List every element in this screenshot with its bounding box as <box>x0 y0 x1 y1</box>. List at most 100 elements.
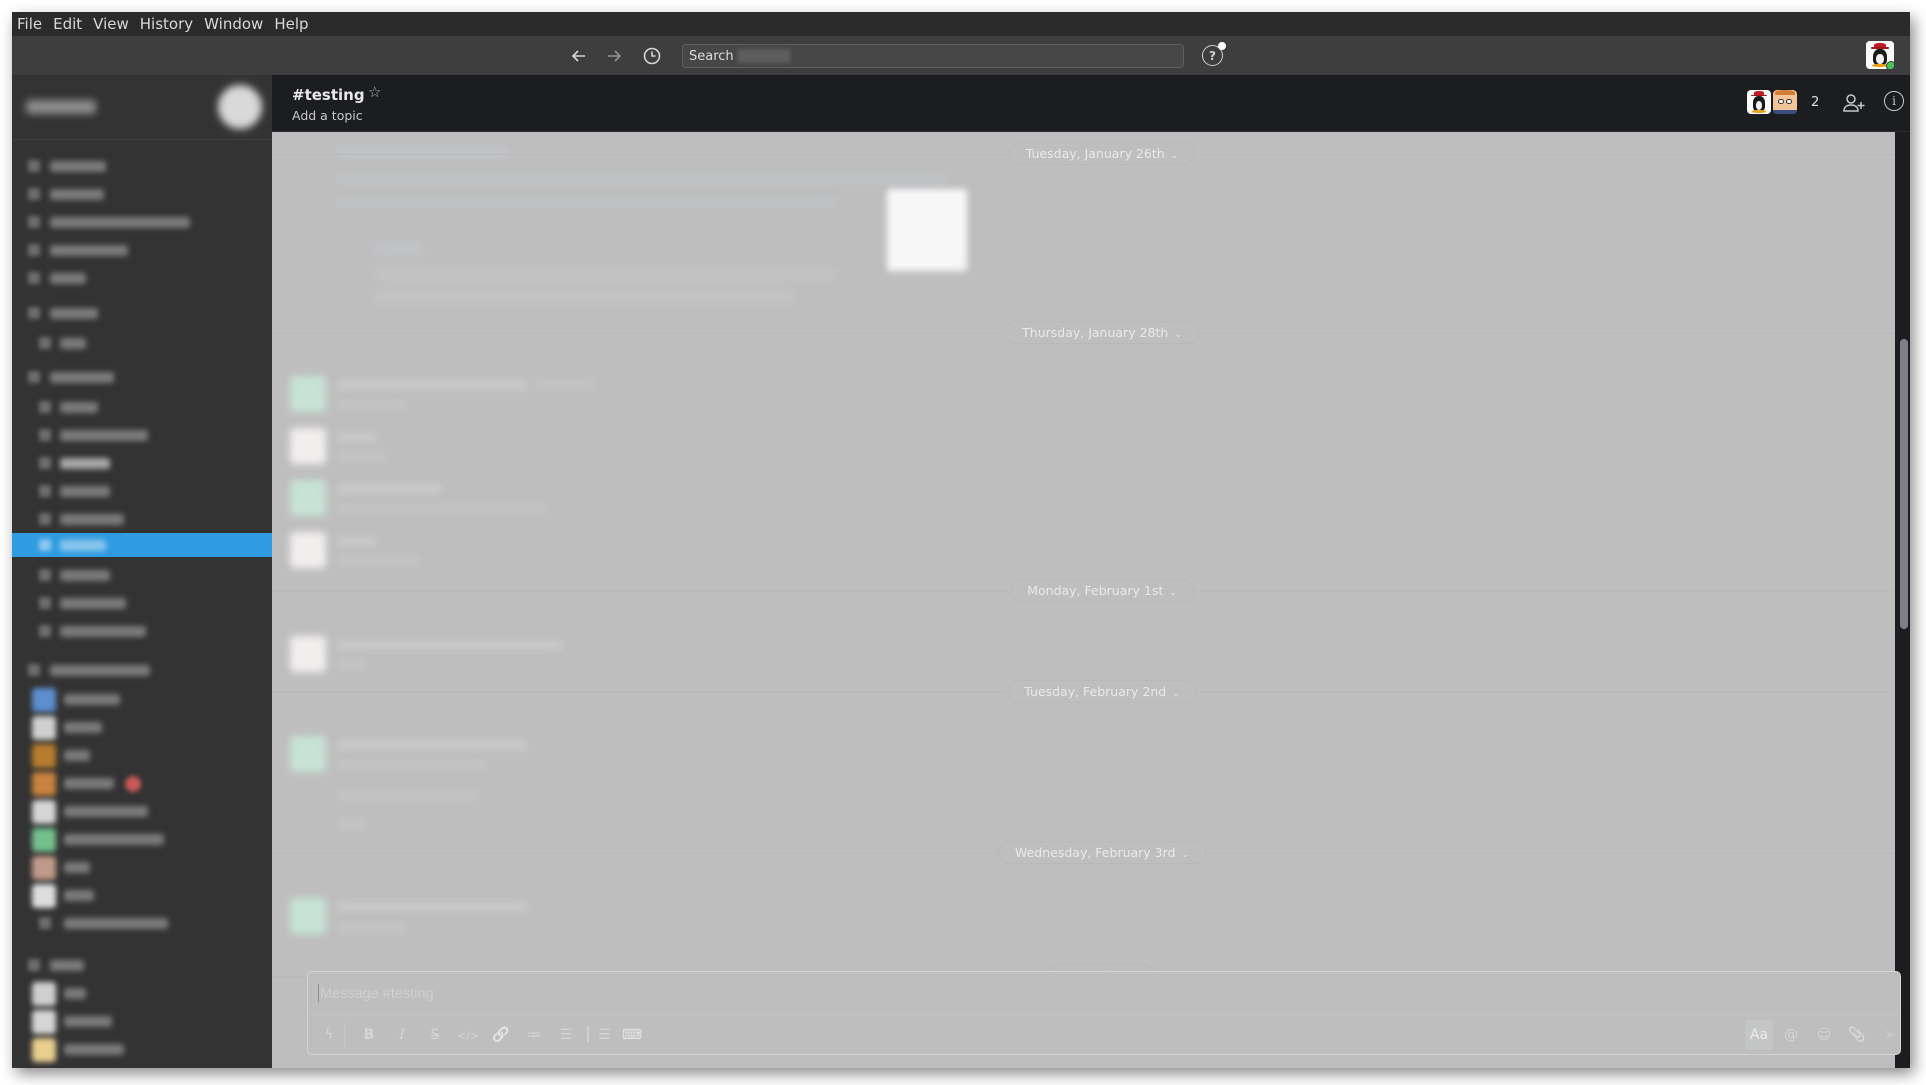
message-scrollbar-thumb[interactable] <box>1900 339 1908 629</box>
sidebar-item[interactable] <box>12 1037 272 1062</box>
forward-button[interactable] <box>602 44 626 68</box>
sidebar-item[interactable] <box>12 301 272 325</box>
code-icon: </> <box>456 1028 480 1042</box>
user-avatar[interactable] <box>290 636 326 672</box>
search-bar[interactable]: Search <box>682 44 1184 68</box>
sidebar-item-selected[interactable] <box>12 533 272 557</box>
workspace-avatar[interactable] <box>218 85 262 129</box>
sidebar-item[interactable] <box>12 507 272 531</box>
menu-file[interactable]: File <box>17 15 42 33</box>
message-input[interactable] <box>320 982 1880 1006</box>
back-button[interactable] <box>567 44 591 68</box>
sidebar-item-label-redacted <box>60 458 110 469</box>
sidebar-item[interactable] <box>12 799 272 824</box>
bold-button[interactable]: B <box>356 1022 382 1048</box>
date-divider-button[interactable]: Tuesday, January 26th ⌄ <box>1008 142 1196 165</box>
user-avatar[interactable] <box>290 480 326 516</box>
presence-online-indicator <box>1886 61 1894 69</box>
sidebar-item-label-redacted <box>50 245 128 256</box>
sidebar-item-label-redacted <box>60 626 146 637</box>
send-button[interactable]: ➤ <box>1877 1022 1903 1048</box>
formatting-toggle-button[interactable]: Aa <box>1745 1020 1773 1050</box>
user-avatar[interactable] <box>290 428 326 464</box>
link-preview-attachment[interactable] <box>365 224 945 316</box>
sidebar-item[interactable] <box>12 911 272 935</box>
date-divider-button[interactable]: Tuesday, February 2nd ⌄ <box>1007 680 1197 703</box>
menu-view[interactable]: View <box>93 15 129 33</box>
menu-window[interactable]: Window <box>204 15 263 33</box>
chevron-down-icon: ⌄ <box>1181 850 1190 860</box>
menu-help[interactable]: Help <box>274 15 308 33</box>
sidebar-item[interactable] <box>12 395 272 419</box>
user-avatar[interactable] <box>290 736 326 772</box>
sidebar-item-label-redacted <box>64 1016 112 1027</box>
mention-button[interactable]: @ <box>1778 1022 1804 1048</box>
current-user-avatar[interactable] <box>1866 41 1894 69</box>
sidebar-item[interactable] <box>12 619 272 643</box>
sidebar-item[interactable] <box>12 365 272 389</box>
sidebar-item[interactable] <box>12 563 272 587</box>
sidebar-item[interactable] <box>12 715 272 740</box>
user-avatar[interactable] <box>290 898 326 934</box>
code-button[interactable]: </> <box>455 1022 481 1048</box>
menu-edit[interactable]: Edit <box>53 15 82 33</box>
sidebar-item[interactable] <box>12 210 272 234</box>
emoji-button[interactable]: ☺ <box>1811 1022 1837 1048</box>
bold-icon: B <box>363 1027 375 1043</box>
link-button[interactable]: 🔗 <box>488 1022 514 1048</box>
sidebar-item[interactable] <box>12 883 272 908</box>
bulleted-list-button[interactable]: ☰ <box>553 1022 579 1048</box>
sidebar-item-icon <box>39 401 51 413</box>
channel-topic[interactable]: Add a topic <box>292 108 363 123</box>
channel-name[interactable]: #testing <box>292 86 365 104</box>
workspace-name[interactable] <box>26 100 96 114</box>
sidebar-item[interactable] <box>12 658 272 682</box>
sidebar-item-icon <box>28 216 40 228</box>
sidebar-item[interactable] <box>12 953 272 977</box>
sidebar-item[interactable] <box>12 591 272 615</box>
sidebar-item[interactable] <box>12 238 272 262</box>
sidebar-item[interactable] <box>12 855 272 880</box>
sidebar-item-label-redacted <box>50 372 114 383</box>
code-block-button[interactable]: ⌨ <box>619 1022 645 1048</box>
member-avatar <box>1747 90 1771 114</box>
date-divider-button[interactable]: Wednesday, February 3rd ⌄ <box>997 841 1207 864</box>
sidebar-item[interactable] <box>12 331 272 355</box>
sidebar-item-icon <box>39 513 51 525</box>
shortcuts-button[interactable]: ϟ <box>316 1022 342 1048</box>
sidebar-item[interactable] <box>12 687 272 712</box>
sidebar-item[interactable] <box>12 182 272 206</box>
history-button[interactable] <box>640 44 664 68</box>
menu-history[interactable]: History <box>140 15 193 33</box>
sidebar-item[interactable] <box>12 479 272 503</box>
strikethrough-button[interactable]: S̶ <box>422 1022 448 1048</box>
user-avatar[interactable] <box>290 376 326 412</box>
sidebar-item-label-redacted <box>64 988 86 999</box>
sidebar-item[interactable] <box>12 154 272 178</box>
sidebar-item-icon <box>28 272 40 284</box>
sidebar-item[interactable] <box>12 423 272 447</box>
channel-info-button[interactable]: i <box>1884 91 1904 111</box>
date-divider-button[interactable]: Monday, February 1st ⌄ <box>1010 579 1194 602</box>
user-avatar[interactable] <box>290 532 326 568</box>
add-member-button[interactable] <box>1842 91 1866 115</box>
blockquote-button[interactable]: ▏☰ <box>586 1022 612 1048</box>
sidebar-item-icon <box>28 959 40 971</box>
attachment-button[interactable]: 📎 <box>1844 1022 1870 1048</box>
sidebar-item-label-redacted <box>64 834 164 845</box>
sidebar-item[interactable] <box>12 981 272 1006</box>
sidebar-item[interactable] <box>12 827 272 852</box>
channel-members-button[interactable]: 2 <box>1747 90 1819 114</box>
formatting-toggle-icon: Aa <box>1749 1027 1769 1043</box>
star-icon[interactable]: ☆ <box>368 83 381 101</box>
sidebar-item-label-redacted <box>60 514 124 525</box>
link-preview-thumbnail[interactable] <box>887 189 967 271</box>
sidebar-item[interactable] <box>12 266 272 290</box>
ordered-list-button[interactable]: ≔ <box>521 1022 547 1048</box>
italic-button[interactable]: I <box>389 1022 415 1048</box>
sidebar-item[interactable] <box>12 451 272 475</box>
date-divider-button[interactable]: Thursday, January 28th ⌄ <box>1005 321 1199 344</box>
top-toolbar: Search ? <box>12 36 1910 75</box>
sidebar-item[interactable] <box>12 1009 272 1034</box>
sidebar-item[interactable] <box>12 743 272 768</box>
